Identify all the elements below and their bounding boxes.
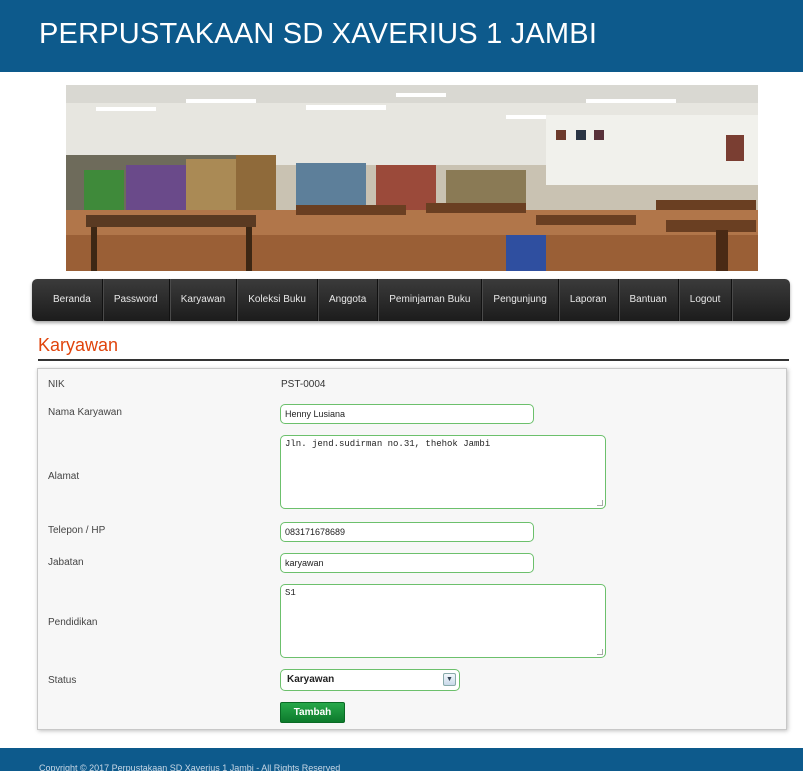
alamat-textarea[interactable]: Jln. jend.sudirman no.31, thehok Jambi	[280, 435, 606, 509]
status-select[interactable]: Karyawan ▼	[280, 669, 460, 691]
jabatan-input[interactable]: karyawan	[280, 553, 534, 573]
tambah-button[interactable]: Tambah	[280, 702, 345, 723]
nama-karyawan-label: Nama Karyawan	[48, 407, 122, 418]
pendidikan-text: S1	[285, 588, 296, 598]
nav-item-beranda[interactable]: Beranda	[42, 279, 103, 321]
chevron-down-icon[interactable]: ▼	[443, 673, 456, 686]
telepon-label: Telepon / HP	[48, 525, 106, 536]
nav-item-laporan[interactable]: Laporan	[559, 279, 619, 321]
nik-label: NIK	[48, 379, 65, 390]
nav-item-karyawan[interactable]: Karyawan	[170, 279, 238, 321]
nav-item-pengunjung[interactable]: Pengunjung	[482, 279, 559, 321]
resize-handle-icon[interactable]	[597, 500, 603, 506]
nav-item-anggota[interactable]: Anggota	[318, 279, 379, 321]
nav-item-koleksi-buku[interactable]: Koleksi Buku	[237, 279, 318, 321]
pendidikan-label: Pendidikan	[48, 617, 98, 628]
status-selected-value: Karyawan	[287, 674, 335, 685]
pendidikan-textarea[interactable]: S1	[280, 584, 606, 658]
resize-handle-icon[interactable]	[597, 649, 603, 655]
site-footer: Copyright © 2017 Perpustakaan SD Xaveriu…	[0, 748, 803, 771]
jabatan-label: Jabatan	[48, 557, 84, 568]
page-title: Karyawan	[38, 335, 119, 355]
nik-value: PST-0004	[281, 379, 326, 390]
nav-item-password[interactable]: Password	[103, 279, 170, 321]
telepon-input[interactable]: 083171678689	[280, 522, 534, 542]
main-navbar: Beranda Password Karyawan Koleksi Buku A…	[32, 279, 790, 321]
copyright-text: Copyright © 2017 Perpustakaan SD Xaveriu…	[39, 763, 341, 771]
alamat-label: Alamat	[48, 471, 80, 482]
nav-item-bantuan[interactable]: Bantuan	[619, 279, 679, 321]
status-label: Status	[48, 675, 77, 686]
karyawan-form: NIK PST-0004 Nama Karyawan Henny Lusiana…	[37, 368, 787, 730]
nav-item-logout[interactable]: Logout	[679, 279, 733, 321]
heading-divider	[38, 359, 789, 361]
alamat-text: Jln. jend.sudirman no.31, thehok Jambi	[285, 439, 491, 449]
nav-item-peminjaman-buku[interactable]: Peminjaman Buku	[378, 279, 483, 321]
site-header: PERPUSTAKAAN SD XAVERIUS 1 JAMBI	[0, 0, 803, 72]
nama-karyawan-input[interactable]: Henny Lusiana	[280, 404, 534, 424]
site-title: PERPUSTAKAAN SD XAVERIUS 1 JAMBI	[39, 18, 598, 50]
library-banner-image	[66, 85, 758, 271]
